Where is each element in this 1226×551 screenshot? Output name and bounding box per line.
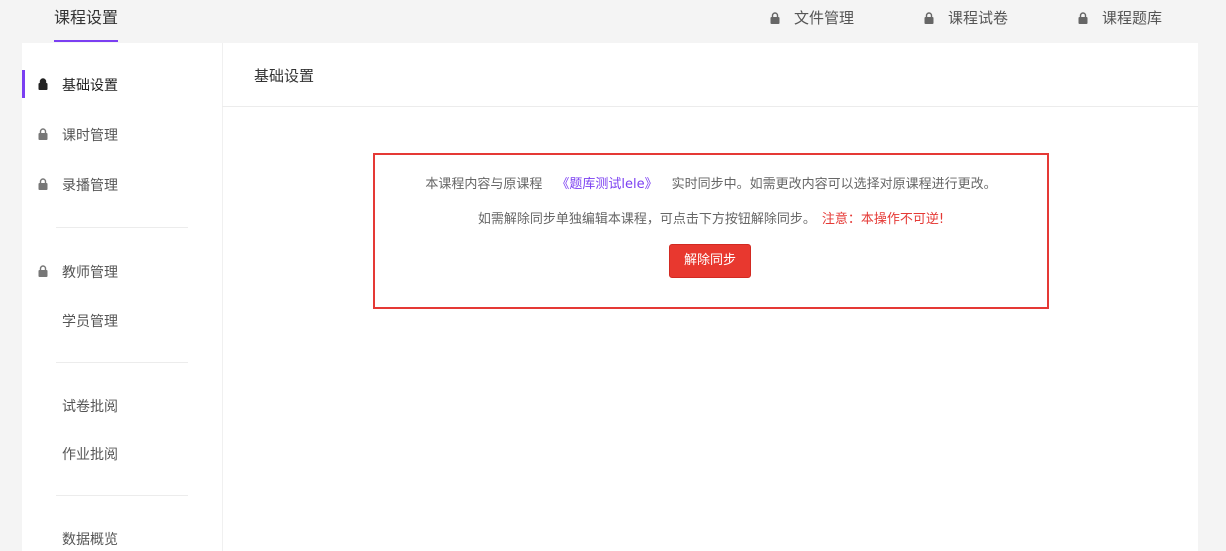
sidebar-divider xyxy=(56,362,188,363)
page-title: 基础设置 xyxy=(254,67,315,85)
source-course-link[interactable]: 《题库测试lele》 xyxy=(556,177,657,192)
sidebar-item-label: 学员管理 xyxy=(62,314,118,330)
active-indicator xyxy=(22,70,25,98)
sidebar-divider xyxy=(56,227,188,228)
sidebar-item-basic-settings[interactable]: 基础设置 xyxy=(22,70,222,98)
tab-course-settings[interactable]: 课程设置 xyxy=(54,0,119,43)
sidebar-item-label: 教师管理 xyxy=(62,265,118,281)
tab-course-question-bank[interactable]: 课程题库 xyxy=(1078,0,1162,36)
tab-course-exams[interactable]: 课程试卷 xyxy=(924,0,1008,36)
sync-notice-line-2: 如需解除同步单独编辑本课程，可点击下方按钮解除同步。 注意：本操作不可逆! xyxy=(375,208,1047,227)
sync-notice-instruction: 如需解除同步单独编辑本课程，可点击下方按钮解除同步。 xyxy=(477,212,816,227)
tab-file-management[interactable]: 文件管理 xyxy=(770,0,854,36)
sidebar-item-recording-management[interactable]: 录播管理 xyxy=(22,170,222,198)
sidebar-item-label: 录播管理 xyxy=(62,178,118,194)
lock-icon xyxy=(38,128,48,140)
sidebar-item-data-overview[interactable]: 数据概览 xyxy=(22,524,222,551)
tab-course-settings-label: 课程设置 xyxy=(54,8,119,27)
lock-icon xyxy=(38,265,48,277)
lock-icon xyxy=(924,12,934,24)
sidebar-item-label: 作业批阅 xyxy=(62,447,118,463)
unsync-button[interactable]: 解除同步 xyxy=(669,244,751,278)
sidebar-item-label: 试卷批阅 xyxy=(62,399,118,415)
sidebar-item-teacher-management[interactable]: 教师管理 xyxy=(22,257,222,285)
sidebar-item-lesson-management[interactable]: 课时管理 xyxy=(22,120,222,148)
irreversible-warning: 注意：本操作不可逆! xyxy=(821,212,945,227)
tab-file-management-label: 文件管理 xyxy=(794,9,855,27)
sync-notice-box: 本课程内容与原课程 《题库测试lele》 实时同步中。如需更改内容可以选择对原课程进… xyxy=(373,153,1049,309)
lock-icon xyxy=(1078,12,1088,24)
sidebar-item-exam-grading[interactable]: 试卷批阅 xyxy=(22,391,222,419)
sidebar-item-homework-grading[interactable]: 作业批阅 xyxy=(22,439,222,467)
sidebar-divider xyxy=(56,495,188,496)
active-tab-underline xyxy=(54,40,119,42)
sidebar-item-label: 数据概览 xyxy=(62,532,118,548)
sync-notice-prefix: 本课程内容与原课程 xyxy=(425,177,543,192)
sidebar-item-label: 基础设置 xyxy=(62,78,118,94)
top-navigation: 课程设置 文件管理 课程试卷 课程题库 xyxy=(0,0,1226,43)
sync-notice-line-1: 本课程内容与原课程 《题库测试lele》 实时同步中。如需更改内容可以选择对原课程进… xyxy=(375,173,1047,192)
settings-panel: 基础设置 课时管理 录播管理 教师管理 学员管理 试卷批阅 作业批阅 数据概览 … xyxy=(22,43,1198,551)
content-header: 基础设置 xyxy=(222,43,1198,107)
lock-icon xyxy=(38,178,48,190)
sidebar: 基础设置 课时管理 录播管理 教师管理 学员管理 试卷批阅 作业批阅 数据概览 xyxy=(22,43,222,551)
sidebar-item-label: 课时管理 xyxy=(62,128,118,144)
tab-course-exams-label: 课程试卷 xyxy=(948,9,1009,27)
sync-notice-suffix: 实时同步中。如需更改内容可以选择对原课程进行更改。 xyxy=(671,177,997,192)
sidebar-item-student-management[interactable]: 学员管理 xyxy=(22,306,222,334)
main-content: 基础设置 本课程内容与原课程 《题库测试lele》 实时同步中。如需更改内容可以选择… xyxy=(222,43,1198,551)
lock-icon xyxy=(770,12,780,24)
tab-course-question-bank-label: 课程题库 xyxy=(1102,9,1163,27)
lock-icon xyxy=(38,78,48,90)
